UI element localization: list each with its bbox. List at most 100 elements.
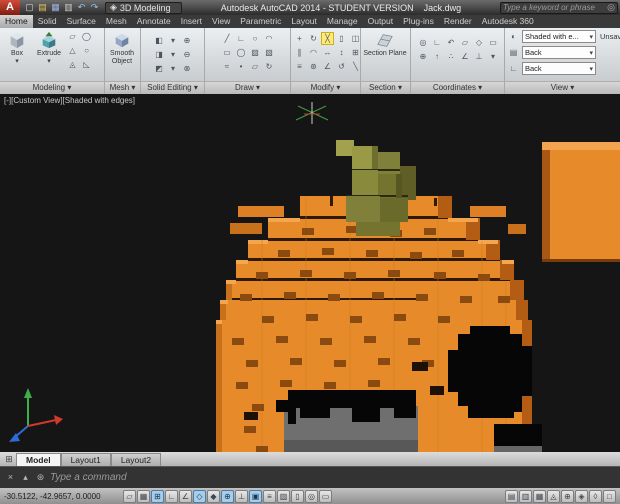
ucs-previous-icon[interactable]: ↶ bbox=[445, 36, 458, 49]
move-faces-icon[interactable]: ◨ bbox=[153, 48, 166, 61]
ucs-icon[interactable]: ∟ bbox=[431, 36, 444, 49]
search-input[interactable] bbox=[503, 3, 608, 12]
pyramid-icon[interactable]: ◬ bbox=[66, 58, 79, 71]
offset-faces-icon[interactable]: ◩ bbox=[153, 62, 166, 75]
undo-icon[interactable]: ↶ bbox=[75, 1, 88, 14]
ucs-zaxis-icon[interactable]: ↑ bbox=[431, 50, 444, 63]
customize-command-icon[interactable]: ⊛ bbox=[34, 471, 47, 484]
dyn-toggle[interactable]: ▣ bbox=[249, 489, 262, 503]
ellipse-icon[interactable]: ◯ bbox=[235, 46, 248, 59]
clean-screen-button[interactable]: □ bbox=[603, 489, 616, 503]
mirror-icon[interactable]: ∥ bbox=[293, 46, 306, 59]
open-file-icon[interactable]: ▤ bbox=[36, 1, 49, 14]
section-panel-label[interactable]: Section ▾ bbox=[361, 82, 411, 94]
ducs-toggle[interactable]: ⊥ bbox=[235, 489, 248, 503]
sphere-icon[interactable]: ○ bbox=[80, 44, 93, 57]
extrude-faces-icon[interactable]: ◧ bbox=[153, 34, 166, 47]
save-icon[interactable]: ▦ bbox=[49, 1, 62, 14]
plot-icon[interactable]: ▥ bbox=[62, 1, 75, 14]
ucs-icon[interactable] bbox=[9, 388, 63, 442]
extrude-button[interactable]: Extrude ▾ bbox=[34, 30, 64, 65]
search-icon[interactable]: ◎ bbox=[607, 2, 615, 13]
tab-output[interactable]: Output bbox=[363, 15, 399, 28]
tab-insert[interactable]: Insert bbox=[176, 15, 207, 28]
mesh-panel-label[interactable]: Mesh ▾ bbox=[105, 82, 141, 94]
solid-editing-panel-label[interactable]: Solid Editing ▾ bbox=[141, 82, 205, 94]
osnap-toggle[interactable]: ◇ bbox=[193, 489, 206, 503]
close-command-icon[interactable]: × bbox=[4, 471, 17, 484]
tab-parametric[interactable]: Parametric bbox=[235, 15, 286, 28]
tab-plugins[interactable]: Plug-ins bbox=[398, 15, 439, 28]
smooth-object-button[interactable]: Smooth Object bbox=[107, 30, 137, 65]
ucs-world-icon[interactable]: ◎ bbox=[417, 36, 430, 49]
polar-toggle[interactable]: ∠ bbox=[179, 489, 192, 503]
align-3d-icon[interactable]: ∠ bbox=[321, 60, 334, 73]
rotate-3d-icon[interactable]: ↺ bbox=[335, 60, 348, 73]
erase-icon[interactable]: ▯ bbox=[335, 32, 348, 45]
union-icon[interactable]: ⊕ bbox=[181, 34, 194, 47]
model-viewport[interactable]: [-][Custom View][Shaded with edges] bbox=[0, 94, 620, 452]
intersect-icon[interactable]: ⊗ bbox=[181, 62, 194, 75]
quick-view-layouts-button[interactable]: ▥ bbox=[519, 489, 532, 503]
arc-icon[interactable]: ◠ bbox=[263, 32, 276, 45]
draw-panel-label[interactable]: Draw ▾ bbox=[205, 82, 291, 94]
ucs-view-icon[interactable]: ▭ bbox=[487, 36, 500, 49]
annotation-visibility-button[interactable]: ◬ bbox=[547, 489, 560, 503]
command-line[interactable]: × ▴ ⊛ bbox=[0, 466, 620, 488]
chevron-down-icon[interactable]: ▾ bbox=[167, 34, 180, 47]
line-icon[interactable]: ╱ bbox=[221, 32, 234, 45]
chevron-down-icon[interactable]: ▾ bbox=[167, 62, 180, 75]
subtract-icon[interactable]: ⊖ bbox=[181, 48, 194, 61]
lwt-toggle[interactable]: ≡ bbox=[263, 489, 276, 503]
tab-layout2[interactable]: Layout2 bbox=[110, 453, 162, 466]
ortho-toggle[interactable]: ∟ bbox=[165, 489, 178, 503]
tab-layout[interactable]: Layout bbox=[286, 15, 322, 28]
otrack-toggle[interactable]: ⊕ bbox=[221, 489, 234, 503]
cylinder-icon[interactable]: ◯ bbox=[80, 30, 93, 43]
new-file-icon[interactable]: ▢ bbox=[23, 1, 36, 14]
rectangle-icon[interactable]: ▭ bbox=[221, 46, 234, 59]
polysolid-icon[interactable]: ▱ bbox=[66, 30, 79, 43]
lock-ui-button[interactable]: ◊ bbox=[589, 489, 602, 503]
tab-layout1[interactable]: Layout1 bbox=[60, 453, 111, 466]
hatch-icon[interactable]: ▨ bbox=[249, 46, 262, 59]
rotate-icon[interactable]: ↻ bbox=[307, 32, 320, 45]
quick-view-drawings-button[interactable]: ▦ bbox=[533, 489, 546, 503]
tab-autodesk360[interactable]: Autodesk 360 bbox=[477, 15, 539, 28]
polyline-icon[interactable]: ∟ bbox=[235, 32, 248, 45]
autoscale-button[interactable]: ⊕ bbox=[561, 489, 574, 503]
quick-properties-toggle[interactable]: ▯ bbox=[291, 489, 304, 503]
helix-icon[interactable]: ↻ bbox=[263, 60, 276, 73]
gradient-icon[interactable]: ▧ bbox=[263, 46, 276, 59]
tab-view[interactable]: View bbox=[207, 15, 235, 28]
tab-mesh[interactable]: Mesh bbox=[101, 15, 132, 28]
pumpkin-model[interactable] bbox=[216, 140, 542, 452]
spline-icon[interactable]: ≈ bbox=[221, 60, 234, 73]
fillet-icon[interactable]: ◠ bbox=[307, 46, 320, 59]
ucs-face-icon[interactable]: ▱ bbox=[459, 36, 472, 49]
circle-icon[interactable]: ○ bbox=[249, 32, 262, 45]
stretch-icon[interactable]: ↔ bbox=[321, 46, 334, 59]
point-icon[interactable]: • bbox=[235, 60, 248, 73]
recent-commands-icon[interactable]: ▴ bbox=[19, 471, 32, 484]
transparency-toggle[interactable]: ▨ bbox=[277, 489, 290, 503]
layout-nav-icon[interactable]: ⊞ bbox=[2, 452, 16, 466]
visual-style-dropdown[interactable]: Shaded with e... ▾ bbox=[522, 30, 596, 43]
snap-toggle[interactable]: ▦ bbox=[137, 489, 150, 503]
tab-surface[interactable]: Surface bbox=[62, 15, 101, 28]
move-icon[interactable]: + bbox=[293, 32, 306, 45]
explode-icon[interactable]: ⊛ bbox=[307, 60, 320, 73]
osnap-3d-toggle[interactable]: ◆ bbox=[207, 489, 220, 503]
infer-constraints-toggle[interactable]: ▱ bbox=[123, 489, 136, 503]
tab-render[interactable]: Render bbox=[439, 15, 477, 28]
command-input[interactable] bbox=[50, 472, 616, 483]
tab-annotate[interactable]: Annotate bbox=[132, 15, 176, 28]
ucs-named-icon[interactable]: ▾ bbox=[487, 50, 500, 63]
offset-icon[interactable]: ≡ bbox=[293, 60, 306, 73]
selection-cycling-toggle[interactable]: ◎ bbox=[305, 489, 318, 503]
ucs-dropdown[interactable]: Back ▾ bbox=[522, 62, 596, 75]
coordinates-panel-label[interactable]: Coordinates ▾ bbox=[411, 82, 505, 94]
box-object[interactable] bbox=[542, 142, 620, 262]
tab-manage[interactable]: Manage bbox=[322, 15, 363, 28]
modify-panel-label[interactable]: Modify ▾ bbox=[291, 82, 361, 94]
